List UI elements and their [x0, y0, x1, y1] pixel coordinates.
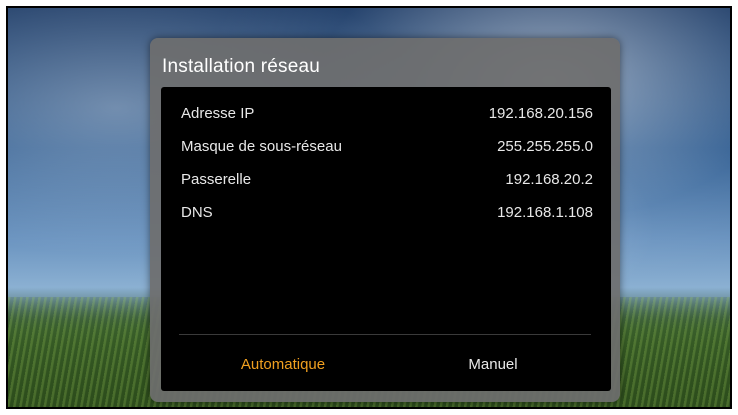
ip-address-value: 192.168.20.156: [488, 104, 593, 122]
ip-address-label: Adresse IP: [181, 104, 255, 122]
network-info-panel: Adresse IP 192.168.20.156 Masque de sous…: [161, 87, 611, 391]
automatic-option-button[interactable]: Automatique: [213, 349, 353, 379]
gateway-row: Passerelle 192.168.20.2: [181, 167, 593, 191]
dns-row: DNS 192.168.1.108: [181, 200, 593, 224]
subnet-mask-label: Masque de sous-réseau: [181, 137, 342, 155]
screenshot-frame: Installation réseau Adresse IP 192.168.2…: [0, 0, 738, 415]
dns-label: DNS: [181, 203, 213, 221]
panel-divider: [179, 334, 591, 335]
gateway-value: 192.168.20.2: [505, 170, 593, 188]
ip-address-row: Adresse IP 192.168.20.156: [181, 101, 593, 125]
gateway-label: Passerelle: [181, 170, 252, 188]
tv-screen-background: Installation réseau Adresse IP 192.168.2…: [6, 6, 732, 409]
dns-value: 192.168.1.108: [497, 203, 593, 221]
network-setup-dialog: Installation réseau Adresse IP 192.168.2…: [150, 38, 620, 402]
subnet-mask-row: Masque de sous-réseau 255.255.255.0: [181, 134, 593, 158]
dialog-title: Installation réseau: [162, 56, 321, 77]
subnet-mask-value: 255.255.255.0: [497, 137, 593, 155]
manual-option-button[interactable]: Manuel: [423, 349, 563, 379]
